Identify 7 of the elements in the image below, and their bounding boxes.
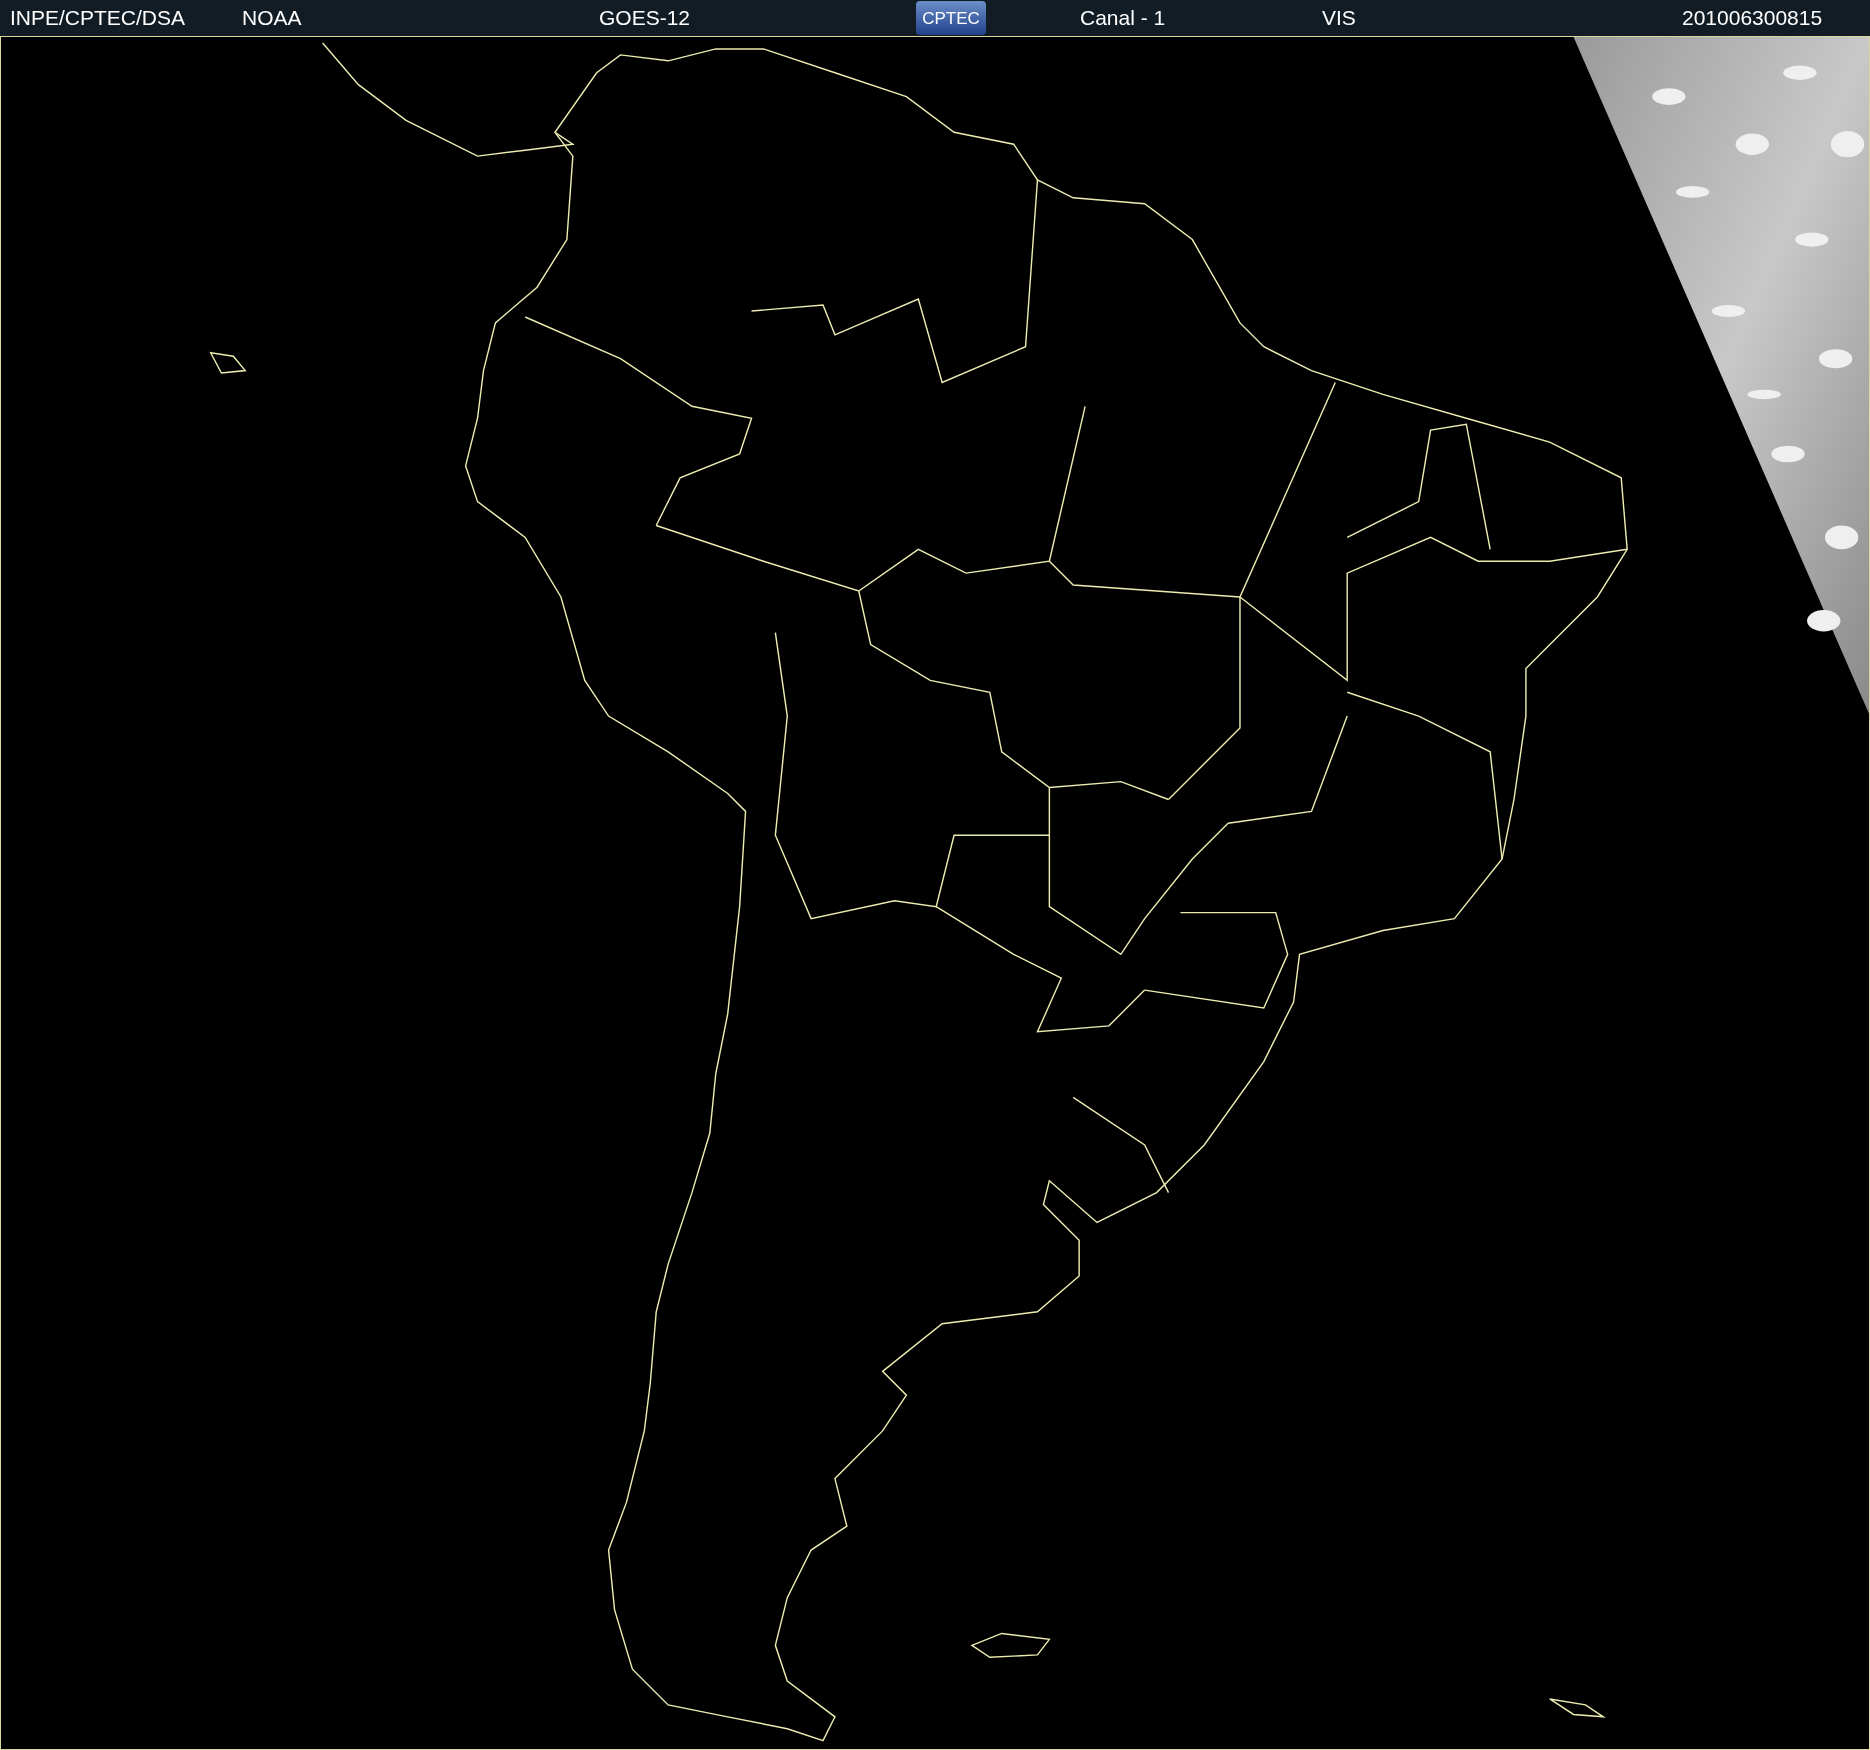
timestamp-label: 201006300815 bbox=[1682, 5, 1823, 32]
band-label: VIS bbox=[1322, 5, 1357, 32]
agency-label: NOAA bbox=[242, 5, 303, 32]
channel-label: Canal - 1 bbox=[1080, 5, 1167, 32]
logo-text: CPTEC bbox=[922, 9, 980, 27]
source-label: INPE/CPTEC/DSA bbox=[10, 5, 187, 32]
satellite-label: GOES-12 bbox=[599, 5, 692, 32]
